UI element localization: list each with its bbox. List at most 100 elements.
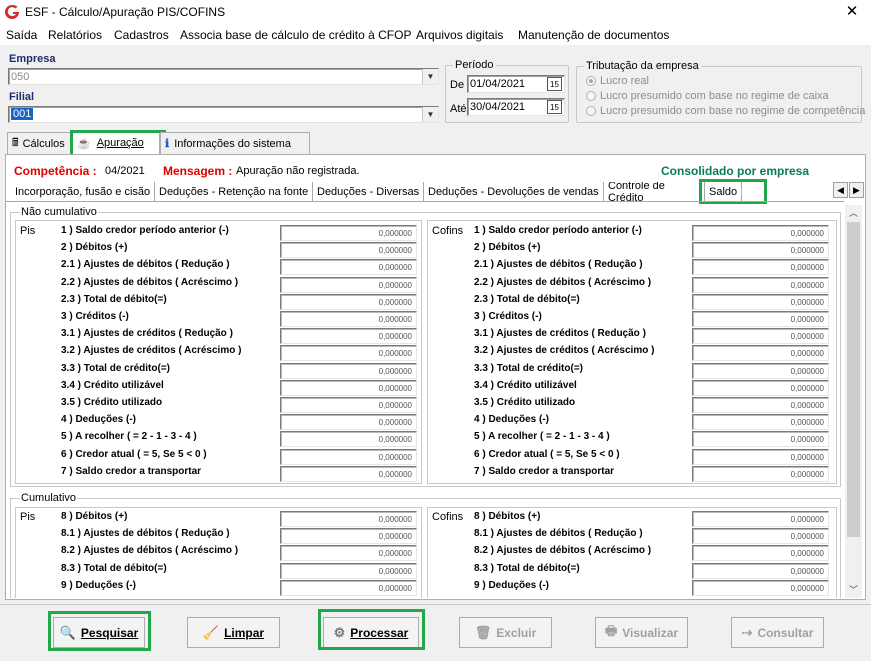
cofins-row-label: 3.3 ) Total de crédito(=)	[474, 362, 583, 374]
pis-value-field[interactable]: 0,000000	[280, 293, 417, 310]
cofins-value-field[interactable]: 0,000000	[692, 511, 829, 527]
cofins-value-field[interactable]: 0,000000	[692, 528, 829, 545]
limpar-button[interactable]: 🧹 Limpar	[187, 617, 280, 648]
calendar-icon[interactable]: 15	[547, 100, 562, 114]
excluir-button[interactable]: 🗑 Excluir	[459, 617, 552, 648]
window-title: ESF - Cálculo/Apuração PIS/COFINS	[25, 5, 226, 19]
cofins-value-field[interactable]: 0,000000	[692, 259, 829, 276]
menu-arquivos-digitais[interactable]: Arquivos digitais	[416, 28, 503, 42]
pis-value-field[interactable]: 0,000000	[280, 225, 417, 241]
cofins-value-field[interactable]: 0,000000	[692, 276, 829, 293]
app-logo-icon	[5, 4, 19, 19]
cofins-value-field[interactable]: 0,000000	[692, 397, 829, 413]
cofins-value-field[interactable]: 0,000000	[692, 328, 829, 345]
menu-saida[interactable]: Saída	[6, 28, 37, 42]
broom-icon: 🧹	[202, 624, 220, 640]
pis-value-field[interactable]: 0,000000	[280, 465, 417, 482]
cofins-value-field[interactable]: 0,000000	[692, 242, 829, 259]
cofins-row-label: 6 ) Credor atual ( = 5, Se 5 < 0 )	[474, 448, 620, 460]
subtab-deducoes-diversas[interactable]: Deduções - Diversas	[313, 182, 425, 202]
pis-value-field[interactable]: 0,000000	[280, 362, 417, 379]
cofins-value-field[interactable]: 0,000000	[692, 465, 829, 482]
filial-combo[interactable]: 001 ▼	[8, 106, 439, 123]
radio-label: Lucro presumido com base no regime de ca…	[600, 90, 829, 102]
cofins-value-field[interactable]: 0,000000	[692, 293, 829, 310]
pis-row-label: 2.2 ) Ajustes de débitos ( Acréscimo )	[61, 276, 239, 288]
scroll-right-icon[interactable]: ▶	[849, 182, 864, 198]
pis-row-label: 8.3 ) Total de débito(=)	[61, 562, 167, 574]
tab-calculos[interactable]: 🖩 Cálculos	[7, 132, 72, 154]
pis-value-field[interactable]: 0,000000	[280, 511, 417, 527]
printer-icon: 🖶	[604, 622, 618, 638]
subtab-retencao-fonte[interactable]: Deduções - Retenção na fonte	[155, 182, 314, 202]
pis-value-field[interactable]: 0,000000	[280, 431, 417, 448]
pis-row-label: 8.1 ) Ajustes de débitos ( Redução )	[61, 528, 230, 540]
chevron-down-icon[interactable]: ▼	[422, 107, 438, 122]
chevron-down-icon[interactable]: ▼	[422, 69, 438, 84]
cofins-value-field[interactable]: 0,000000	[692, 579, 829, 596]
menu-manutencao-documentos[interactable]: Manutenção de documentos	[518, 28, 669, 42]
pis-value-field[interactable]: 0,000000	[280, 259, 417, 276]
cofins-value-field[interactable]: 0,000000	[692, 345, 829, 362]
pis-row-label: 7 ) Saldo credor a transportar	[61, 465, 202, 477]
scroll-up-icon[interactable]: ︿	[845, 205, 862, 221]
cofins-value-field[interactable]: 0,000000	[692, 379, 829, 396]
cofins-row-label: 4 ) Deduções (-)	[474, 414, 550, 426]
pis-row-label: 3 ) Créditos (-)	[61, 311, 129, 322]
vertical-scrollbar[interactable]: ︿ ﹀	[845, 205, 862, 598]
subtab-controle-credito[interactable]: Controle de Crédito	[604, 182, 700, 202]
cofins-row-label: 7 ) Saldo credor a transportar	[474, 465, 615, 477]
pis-value-field[interactable]: 0,000000	[280, 379, 417, 396]
pis-value-field[interactable]: 0,000000	[280, 276, 417, 293]
pis-value-field[interactable]: 0,000000	[280, 448, 417, 465]
cofins-value-field[interactable]: 0,000000	[692, 311, 829, 327]
pis-row-label: 2.1 ) Ajustes de débitos ( Redução )	[61, 259, 230, 271]
data-inicial-value: 01/04/2021	[470, 78, 526, 90]
data-inicial-field[interactable]: 01/04/2021 15	[467, 75, 565, 93]
cofins-value-field[interactable]: 0,000000	[692, 225, 829, 241]
cofins-value-field[interactable]: 0,000000	[692, 414, 829, 431]
pis-value-field[interactable]: 0,000000	[280, 397, 417, 413]
pis-value-field[interactable]: 0,000000	[280, 579, 417, 596]
pis-value-field[interactable]: 0,000000	[280, 311, 417, 327]
menu-cadastros[interactable]: Cadastros	[114, 28, 169, 42]
scroll-left-icon[interactable]: ◀	[833, 182, 848, 198]
pis-value-field[interactable]: 0,000000	[280, 414, 417, 431]
radio-icon	[586, 76, 596, 86]
menu-bar: Saída Relatórios Cadastros Associa base …	[0, 25, 871, 45]
data-final-field[interactable]: 30/04/2021 15	[467, 98, 565, 116]
pis-value-field[interactable]: 0,000000	[280, 345, 417, 362]
visualizar-button[interactable]: 🖶 Visualizar	[595, 617, 688, 648]
menu-relatorios[interactable]: Relatórios	[48, 28, 102, 42]
scrollbar-thumb[interactable]	[847, 222, 860, 537]
cofins-row-label: 1 ) Saldo credor período anterior (-)	[474, 225, 642, 236]
cofins-value-field[interactable]: 0,000000	[692, 545, 829, 562]
radio-lucro-presumido-competencia[interactable]: Lucro presumido com base no regime de co…	[586, 105, 865, 117]
pis-value-field[interactable]: 0,000000	[280, 528, 417, 545]
tab-informacoes[interactable]: ℹ Informações do sistema	[160, 132, 310, 154]
cofins-row-label: 3.4 ) Crédito utilizável	[474, 379, 577, 391]
de-label: De	[450, 79, 465, 91]
radio-lucro-real[interactable]: Lucro real	[586, 75, 649, 87]
cofins-row-label: 3.2 ) Ajustes de créditos ( Acréscimo )	[474, 345, 655, 357]
cofins-value-field[interactable]: 0,000000	[692, 431, 829, 448]
cofins-value-field[interactable]: 0,000000	[692, 562, 829, 579]
pis-value-field[interactable]: 0,000000	[280, 545, 417, 562]
menu-associa-base[interactable]: Associa base de cálculo de crédito à CFO…	[180, 28, 411, 42]
pis-row-label: 8 ) Débitos (+)	[61, 511, 128, 522]
subtab-incorporacao[interactable]: Incorporação, fusão e cisão	[11, 182, 156, 202]
cofins-value-field[interactable]: 0,000000	[692, 448, 829, 465]
pis-value-field[interactable]: 0,000000	[280, 242, 417, 259]
pis-value-field[interactable]: 0,000000	[280, 562, 417, 579]
button-label: Excluir	[496, 625, 537, 640]
consultar-button[interactable]: ⇢ Consultar	[731, 617, 824, 648]
empresa-combo[interactable]: 050 ▼	[8, 68, 439, 85]
cofins-value-field[interactable]: 0,000000	[692, 362, 829, 379]
close-icon[interactable]: ✕	[839, 2, 865, 22]
scroll-down-icon[interactable]: ﹀	[845, 582, 862, 598]
radio-lucro-presumido-caixa[interactable]: Lucro presumido com base no regime de ca…	[586, 90, 829, 102]
subtab-devolucoes-vendas[interactable]: Deduções - Devoluções de vendas	[424, 182, 604, 202]
calendar-icon[interactable]: 15	[547, 77, 562, 91]
pis-value-field[interactable]: 0,000000	[280, 328, 417, 345]
pis-cumulativo-label: Pis	[20, 511, 36, 523]
